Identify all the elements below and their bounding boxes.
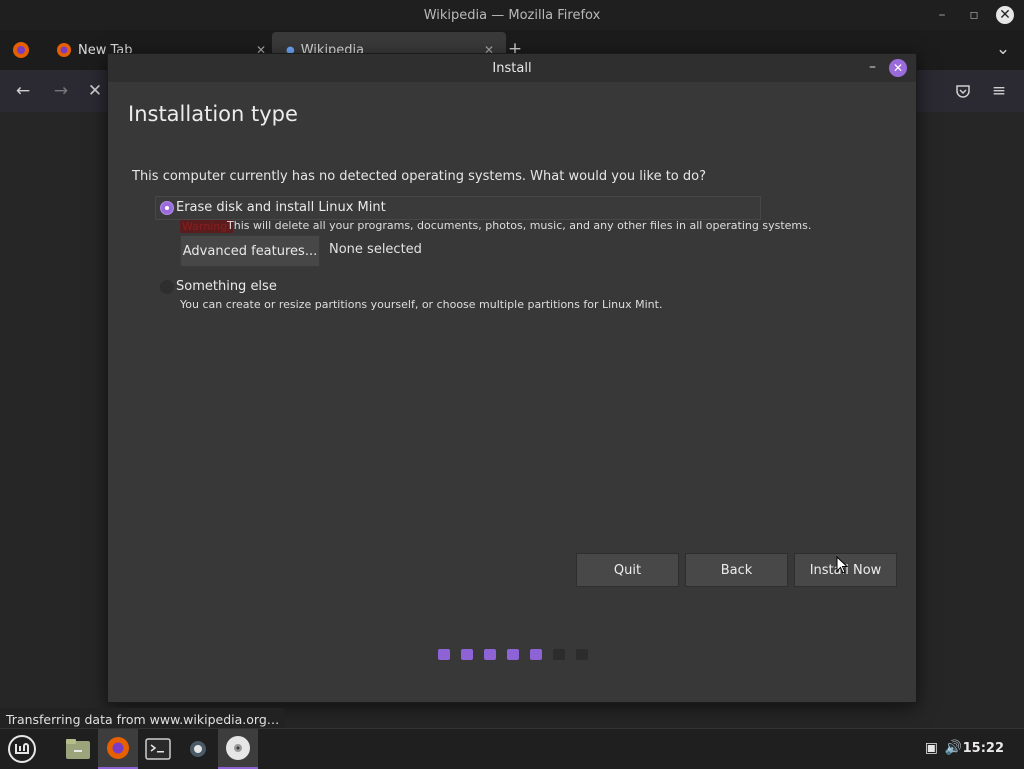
something-else-description: You can create or resize partitions your… <box>180 298 663 311</box>
installer-window-title: Install <box>492 60 532 76</box>
hamburger-menu-icon[interactable]: ≡ <box>988 80 1010 102</box>
advanced-features-button[interactable]: Advanced features... <box>180 235 320 267</box>
progress-step-dot <box>438 649 450 660</box>
installation-question: This computer currently has no detected … <box>132 169 706 184</box>
files-icon[interactable] <box>58 729 98 769</box>
close-icon[interactable]: ✕ <box>996 6 1014 24</box>
erase-disk-radio[interactable] <box>160 201 174 215</box>
maximize-icon[interactable]: ▫ <box>964 5 984 25</box>
pocket-icon[interactable] <box>952 80 974 102</box>
progress-step-dot <box>484 649 496 660</box>
taskbar: ▣ 🔊 15:22 <box>0 728 1024 769</box>
back-arrow-icon[interactable]: ← <box>12 80 34 102</box>
minimize-icon[interactable]: – <box>869 59 876 75</box>
page-title: Installation type <box>128 102 298 126</box>
firefox-logo-icon <box>57 43 71 57</box>
close-icon[interactable]: ✕ <box>889 59 907 77</box>
installer-titlebar: Install – ✕ <box>108 54 916 82</box>
progress-step-dot <box>576 649 588 660</box>
status-bar-text: Transferring data from www.wikipedia.org… <box>0 708 286 730</box>
progress-step-dot <box>553 649 565 660</box>
forward-arrow-icon[interactable]: → <box>50 80 72 102</box>
mint-menu-icon[interactable] <box>2 729 42 769</box>
firefox-titlebar: Wikipedia — Mozilla Firefox – ▫ ✕ <box>0 0 1024 30</box>
warning-label: Warning: <box>180 220 233 233</box>
mouse-cursor-icon <box>836 556 848 574</box>
firefox-window-title: Wikipedia — Mozilla Firefox <box>423 7 601 23</box>
network-icon[interactable]: ▣ <box>925 740 938 756</box>
stop-loading-icon[interactable]: ✕ <box>84 80 106 102</box>
installer-window: Install – ✕ Installation type This compu… <box>107 53 917 703</box>
something-else-radio[interactable] <box>160 280 174 294</box>
progress-step-dot <box>507 649 519 660</box>
volume-icon[interactable]: 🔊 <box>945 740 962 756</box>
progress-step-dot <box>530 649 542 660</box>
clock[interactable]: 15:22 <box>963 741 1004 756</box>
quit-button[interactable]: Quit <box>576 553 679 587</box>
progress-step-dot <box>461 649 473 660</box>
minimize-icon[interactable]: – <box>932 5 952 25</box>
step-progress-indicator <box>438 649 588 660</box>
warning-text: This will delete all your programs, docu… <box>227 219 812 232</box>
back-button[interactable]: Back <box>685 553 788 587</box>
erase-disk-label[interactable]: Erase disk and install Linux Mint <box>176 200 386 215</box>
firefox-taskbar-icon[interactable] <box>98 729 138 769</box>
advanced-features-value: None selected <box>329 242 422 257</box>
something-else-label[interactable]: Something else <box>176 279 277 294</box>
firefox-menu-icon[interactable] <box>10 39 32 61</box>
settings-gear-icon[interactable] <box>178 729 218 769</box>
chevron-down-icon[interactable]: ⌄ <box>992 38 1014 60</box>
installer-disc-icon[interactable] <box>218 729 258 769</box>
terminal-icon[interactable] <box>138 729 178 769</box>
